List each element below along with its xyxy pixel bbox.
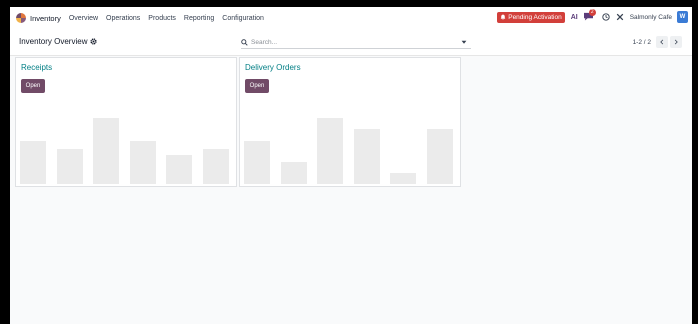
chat-icon[interactable]: 2 [583,9,596,22]
menu-item-overview[interactable]: Overview [69,15,98,22]
bell-icon [500,14,506,20]
graph-bar [317,118,343,184]
control-panel: Inventory Overview 1-2 / 2 [10,29,692,56]
ai-icon[interactable]: AI [571,14,578,21]
top-navbar: Inventory Overview Operations Products R… [10,7,692,30]
chevron-right-icon [674,39,678,45]
pager-next-button[interactable] [670,36,682,48]
navbar-systray: Pending Activation AI 2 Salmonly Cafe W [497,9,688,23]
odoo-app-icon[interactable] [16,13,26,23]
menu-item-configuration[interactable]: Configuration [222,15,264,22]
app-name[interactable]: Inventory [30,14,61,23]
breadcrumb: Inventory Overview [19,37,98,46]
company-switcher[interactable]: Salmonly Cafe [630,14,672,21]
caret-down-icon[interactable] [461,39,467,45]
graph-bar [166,155,192,184]
placeholder-graph [16,58,236,186]
clock-icon[interactable] [602,13,610,21]
chevron-left-icon [660,39,664,45]
menu-item-reporting[interactable]: Reporting [184,15,214,22]
graph-bar [353,129,380,184]
search-input[interactable] [248,38,451,46]
kanban-card-delivery-orders: Delivery Orders Open [239,57,461,187]
pager: 1-2 / 2 [633,36,682,48]
search-bar [241,36,471,49]
graph-bar [390,173,416,184]
pager-value[interactable]: 1-2 / 2 [633,39,651,46]
page-title: Inventory Overview [19,37,88,46]
graph-bar [280,162,307,184]
app-frame: Inventory Overview Operations Products R… [10,7,692,324]
menu-item-products[interactable]: Products [148,15,176,22]
tools-icon[interactable] [616,13,624,21]
search-icon [241,38,248,46]
graph-bar [129,141,156,184]
graph-bar [244,141,270,184]
menu-item-operations[interactable]: Operations [106,15,140,22]
message-count-badge: 2 [588,9,596,16]
open-button[interactable]: Open [245,79,269,93]
graph-bar [56,149,83,184]
gear-icon[interactable] [90,38,98,45]
pending-activation-button[interactable]: Pending Activation [497,11,565,23]
open-button[interactable]: Open [21,79,45,93]
graph-bar [426,129,453,184]
user-avatar[interactable]: W [677,11,688,23]
card-title[interactable]: Delivery Orders [245,63,301,72]
graph-bar [20,141,46,184]
pending-activation-label: Pending Activation [508,13,562,21]
card-title[interactable]: Receipts [21,63,52,72]
pager-previous-button[interactable] [656,36,668,48]
kanban-card-receipts: Receipts Open [15,57,237,187]
graph-bar [93,118,119,184]
placeholder-graph [240,58,460,186]
graph-bar [202,149,229,184]
